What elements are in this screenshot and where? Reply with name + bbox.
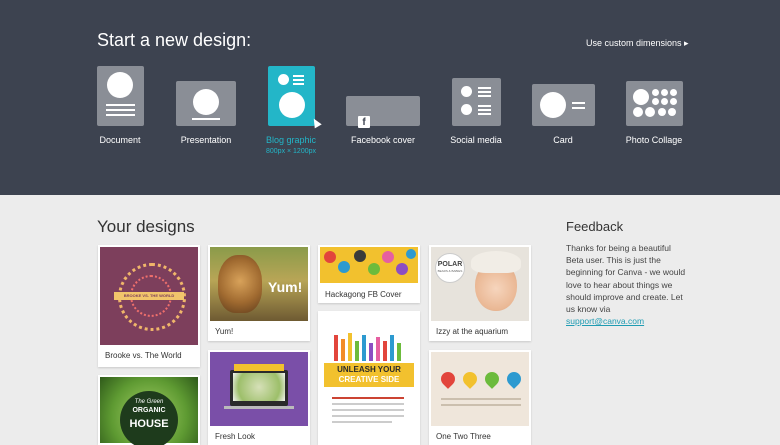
social-media-icon — [452, 78, 501, 126]
design-caption: Yum! — [215, 327, 234, 336]
design-caption: One Two Three — [436, 432, 491, 441]
design-card[interactable]: POLAR BEARS & BABIES Izzy at the aquariu… — [429, 245, 531, 341]
presentation-icon — [176, 81, 236, 126]
feedback-title: Feedback — [566, 219, 624, 234]
custom-dimensions-link[interactable]: Use custom dimensions ▸ — [586, 38, 689, 49]
design-thumbnail: The Green ORGANIC HOUSE — [100, 377, 198, 445]
template-blog-graphic-label: Blog graphic — [265, 135, 317, 145]
template-social-media-label: Social media — [450, 135, 502, 145]
design-caption: Izzy at the aquarium — [436, 327, 509, 336]
template-facebook-cover[interactable]: f — [346, 96, 420, 130]
design-caption: Brooke vs. The World — [105, 351, 182, 360]
template-card-label: Card — [553, 135, 573, 145]
template-card[interactable] — [532, 84, 595, 126]
card-icon — [532, 84, 595, 126]
template-presentation[interactable] — [176, 81, 236, 126]
your-designs-title: Your designs — [97, 217, 195, 236]
template-photo-collage[interactable] — [626, 81, 683, 126]
feedback-message: Thanks for being a beautiful Beta user. … — [566, 243, 686, 315]
design-thumbnail: POLAR BEARS & BABIES — [431, 247, 529, 321]
design-card[interactable]: One Two Three — [429, 350, 531, 445]
design-caption: Hackagong FB Cover — [325, 290, 402, 299]
template-blog-graphic-size: 800px × 1200px — [265, 148, 317, 155]
design-thumbnail — [320, 247, 418, 283]
design-thumbnail: BROOKE VS. THE WORLD — [100, 247, 198, 345]
template-presentation-label: Presentation — [180, 135, 232, 145]
template-facebook-cover-label: Facebook cover — [350, 135, 416, 145]
feedback-email-link[interactable]: support@canva.com — [566, 316, 644, 326]
design-thumbnail — [431, 352, 529, 426]
blog-graphic-icon — [268, 66, 315, 126]
design-card[interactable]: BROOKE VS. THE WORLD Brooke vs. The Worl… — [98, 245, 200, 367]
template-blog-graphic[interactable] — [268, 66, 322, 129]
template-document[interactable] — [97, 66, 144, 128]
design-card[interactable]: Yum! Yum! — [208, 245, 310, 341]
template-document-label: Document — [99, 135, 141, 145]
design-card[interactable]: UNLEASH YOUR CREATIVE SIDE — [318, 311, 420, 445]
photo-collage-icon — [626, 81, 683, 126]
design-card[interactable]: Fresh Look — [208, 350, 310, 445]
document-icon — [97, 66, 144, 126]
design-thumbnail: UNLEASH YOUR CREATIVE SIDE — [320, 313, 418, 443]
page-title: Start a new design: — [97, 30, 252, 50]
design-caption: Fresh Look — [215, 432, 256, 441]
design-thumbnail: Yum! — [210, 247, 308, 321]
feedback-text: Thanks for being a beautiful Beta user. … — [566, 242, 690, 327]
design-thumbnail — [210, 352, 308, 426]
design-card[interactable]: The Green ORGANIC HOUSE — [98, 375, 200, 445]
template-photo-collage-label: Photo Collage — [625, 135, 683, 145]
design-card[interactable]: Hackagong FB Cover — [318, 245, 420, 303]
template-social-media[interactable] — [452, 78, 501, 127]
facebook-icon: f — [358, 116, 370, 128]
